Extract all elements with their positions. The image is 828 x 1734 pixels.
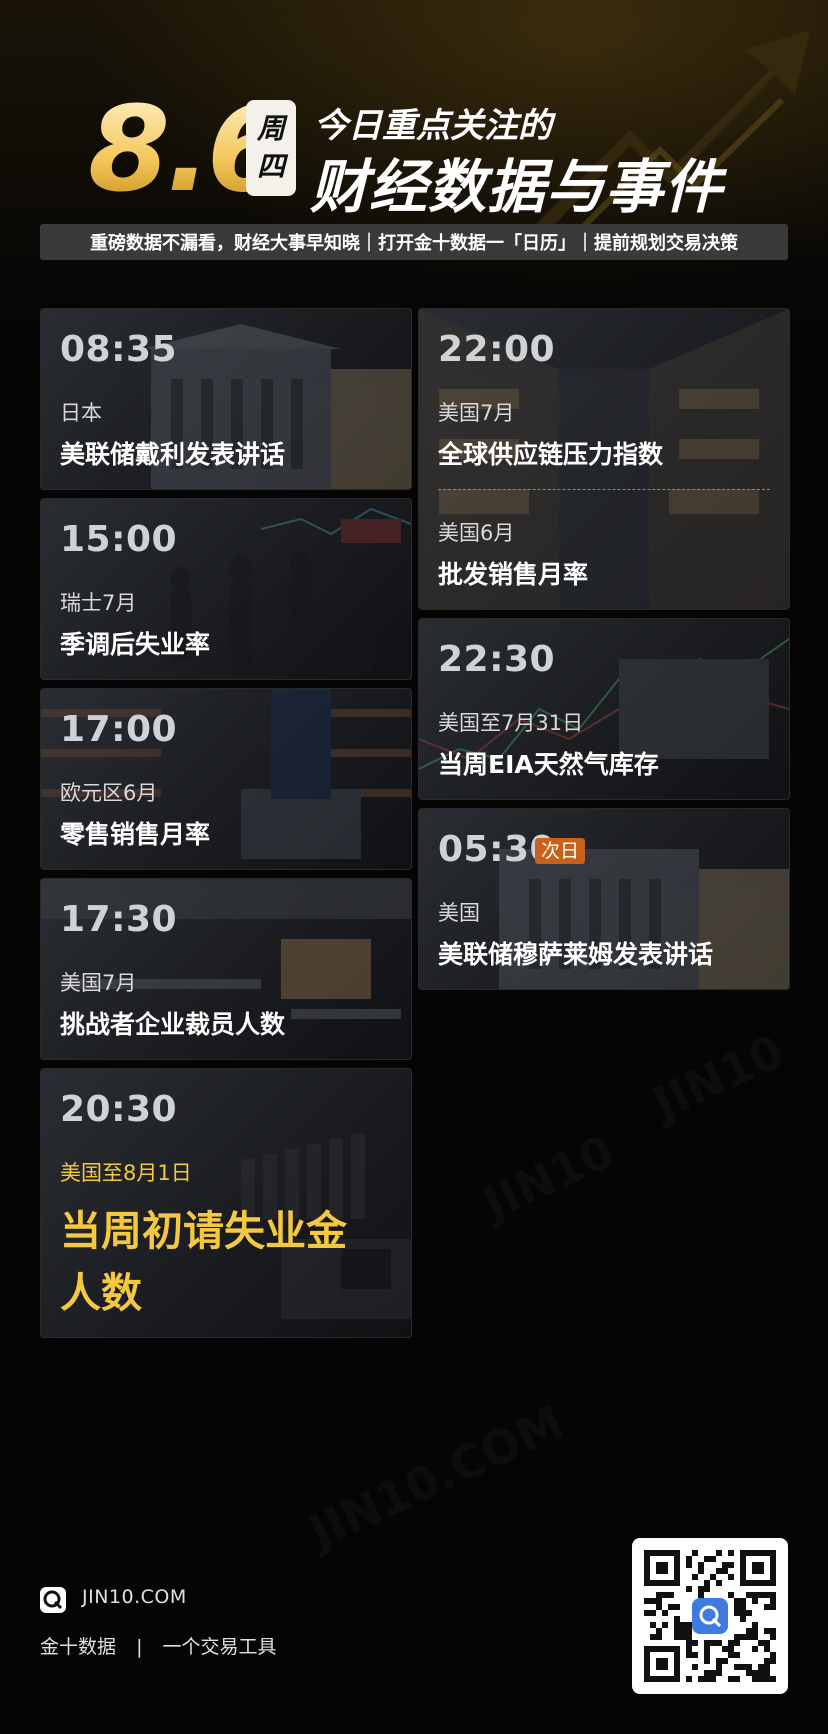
tagline-banner: 重磅数据不漏看，财经大事早知晓｜打开金十数据一「日历」｜提前规划交易决策 [40,224,788,260]
event-region: 瑞士7月 [60,591,137,615]
event-title: 挑战者企业裁员人数 [60,1010,286,1039]
event-time: 22:00 [438,329,556,370]
event-time: 15:00 [60,519,178,560]
event-region: 美国至7月31日 [438,711,584,735]
event-region: 美国7月 [60,971,137,995]
page-title: 财经数据与事件 [310,153,724,221]
event-card[interactable]: 22:00 美国7月 全球供应链压力指数 美国6月 批发销售月率 [418,308,790,610]
event-title-line2: 人数 [60,1269,142,1317]
event-title: 零售销售月率 [60,820,211,849]
event-time: 17:30 [60,899,178,940]
event-card[interactable]: 05:30 次日 美国 美联储穆萨莱姆发表讲话 [418,808,790,990]
event-title: 全球供应链压力指数 [438,440,664,469]
divider [438,489,770,490]
event-time: 08:35 [60,329,178,370]
event-region: 美国7月 [438,401,515,425]
event-region-2: 美国6月 [438,521,515,545]
event-title: 季调后失业率 [60,630,211,659]
event-region: 欧元区6月 [60,781,158,805]
event-time: 20:30 [60,1089,178,1130]
event-title: 美联储戴利发表讲话 [60,440,286,469]
separator: | [136,1636,143,1658]
event-card[interactable]: 17:00 欧元区6月 零售销售月率 [40,688,412,870]
jin10-logo-icon [40,1587,66,1613]
event-region: 美国 [438,901,480,925]
event-card[interactable]: 15:00 瑞士7月 季调后失业率 [40,498,412,680]
watermark: JIN10 [645,1024,792,1131]
weekday-char-1: 周 [256,112,285,145]
brand-name: 金十数据 [40,1636,117,1658]
event-card[interactable]: 22:30 美国至7月31日 当周EIA天然气库存 [418,618,790,800]
next-day-badge: 次日 [535,838,586,864]
event-region: 美国至8月1日 [60,1161,192,1185]
event-time: 17:00 [60,709,178,750]
weekday-badge: 周 四 [246,100,296,196]
weekday-char-2: 四 [256,150,285,183]
qr-code[interactable] [632,1538,788,1694]
event-title-2: 批发销售月率 [438,560,589,589]
site-url[interactable]: JIN10.COM [82,1586,187,1608]
event-title: 美联储穆萨莱姆发表讲话 [438,940,714,969]
watermark: JIN10 [475,1124,622,1231]
event-region: 日本 [60,401,102,425]
event-card[interactable]: 08:35 日本 美联储戴利发表讲话 [40,308,412,490]
event-card-highlight[interactable]: 20:30 美国至8月1日 当周初请失业金 人数 [40,1068,412,1338]
event-time: 22:30 [438,639,556,680]
page-header: 8.6 周 四 今日重点关注的 财经数据与事件 [0,90,828,221]
event-title: 当周EIA天然气库存 [438,750,659,779]
footer-brand-line: 金十数据 | 一个交易工具 [40,1632,277,1659]
event-title-line1: 当周初请失业金 [60,1207,347,1255]
slogan: 一个交易工具 [162,1636,277,1658]
event-card[interactable]: 17:30 美国7月 挑战者企业裁员人数 [40,878,412,1060]
watermark: JIN10.COM [301,1395,571,1559]
